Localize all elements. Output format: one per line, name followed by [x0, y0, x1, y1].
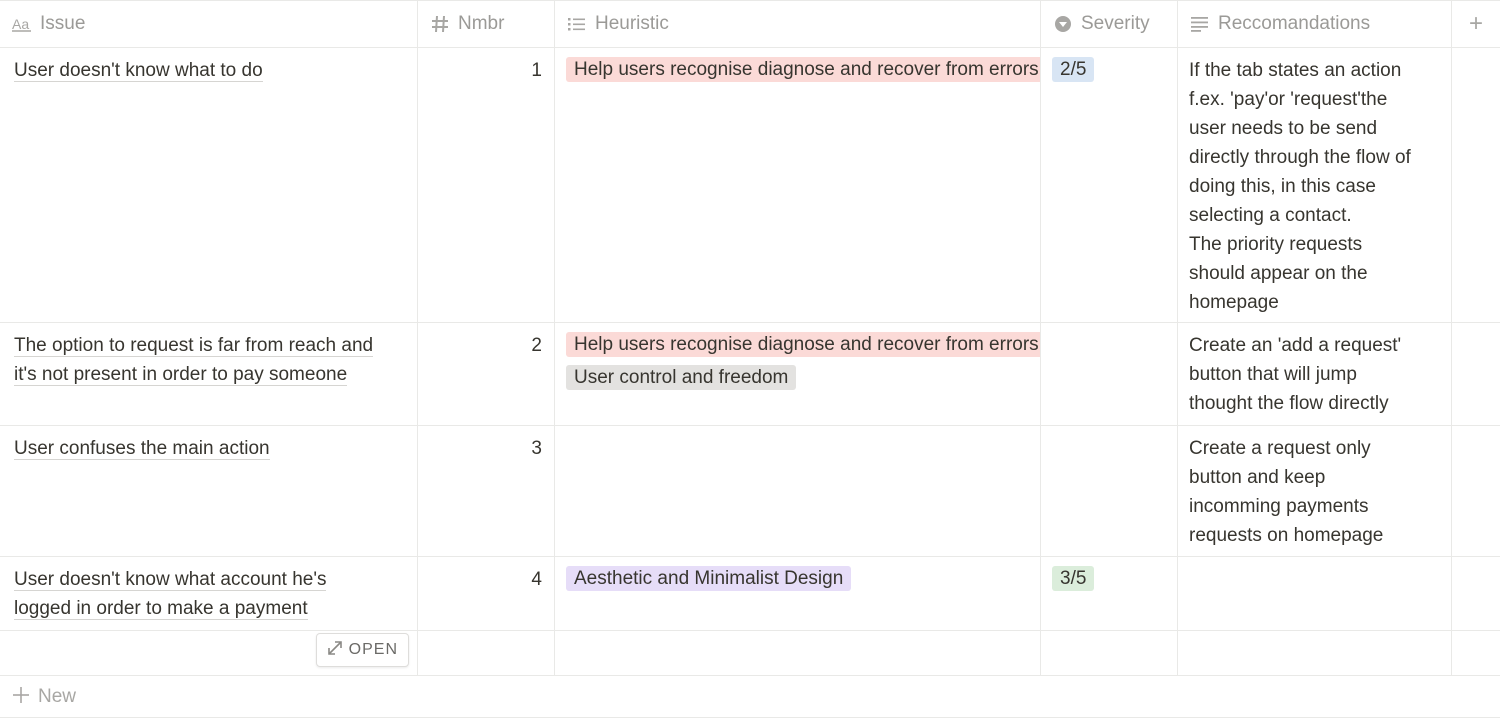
column-header-nmbr[interactable]: Nmbr [418, 1, 555, 47]
cell-severity[interactable]: 3/5 [1041, 557, 1178, 630]
cell-heuristic[interactable]: Help users recognise diagnose and recove… [555, 48, 1041, 322]
cell-heuristic[interactable] [555, 631, 1041, 675]
issue-title[interactable]: User doesn't know what account he's logg… [14, 569, 327, 620]
number-value: 4 [531, 569, 542, 590]
column-header-issue[interactable]: Aa Issue [0, 1, 418, 47]
heuristic-tag: Help users recognise diagnose and recove… [566, 332, 1040, 357]
cell-severity[interactable] [1041, 323, 1178, 425]
table-header: Aa Issue Nmbr Heuristic Severity Reccoma… [0, 0, 1500, 48]
cell-nmbr[interactable]: 2 [418, 323, 555, 425]
cell-empty [1452, 48, 1500, 322]
new-row-label: New [38, 685, 77, 707]
number-value: 1 [531, 60, 542, 81]
number-value: 3 [531, 438, 542, 459]
recommendation-text: Create an 'add a request' button that wi… [1189, 335, 1402, 414]
column-header-severity[interactable]: Severity [1041, 1, 1178, 47]
cell-issue[interactable]: User doesn't know what to do [0, 48, 418, 322]
table-row[interactable]: User doesn't know what to do 1 Help user… [0, 48, 1500, 323]
expand-icon [327, 640, 343, 661]
database-table: Aa Issue Nmbr Heuristic Severity Reccoma… [0, 0, 1500, 720]
heuristic-tag: Aesthetic and Minimalist Design [566, 566, 852, 591]
plus-icon [12, 685, 30, 709]
cell-recommendation[interactable]: If the tab states an action f.ex. 'pay'o… [1178, 48, 1452, 322]
column-header-label: Severity [1081, 13, 1150, 34]
table-row-empty[interactable]: OPEN [0, 631, 1500, 676]
column-header-label: Nmbr [458, 13, 505, 34]
cell-nmbr[interactable]: 3 [418, 426, 555, 556]
column-header-heuristic[interactable]: Heuristic [555, 1, 1041, 47]
cell-issue[interactable]: OPEN [0, 631, 418, 675]
cell-severity[interactable]: 2/5 [1041, 48, 1178, 322]
table-row[interactable]: User confuses the main action 3 Create a… [0, 426, 1500, 557]
open-page-button[interactable]: OPEN [315, 633, 409, 667]
heuristic-tag: User control and freedom [566, 365, 797, 390]
column-header-label: Issue [40, 13, 86, 34]
cell-empty [1452, 323, 1500, 425]
open-button-label: OPEN [348, 641, 398, 658]
severity-tag: 2/5 [1052, 57, 1095, 82]
table-row[interactable]: The option to request is far from reach … [0, 323, 1500, 426]
column-header-label: Reccomandations [1218, 13, 1371, 34]
add-property-button[interactable]: + [1452, 1, 1500, 47]
text-block-property-icon [1190, 14, 1210, 34]
number-value: 2 [531, 335, 542, 356]
new-row-button[interactable]: New [0, 676, 1500, 718]
issue-title[interactable]: The option to request is far from reach … [14, 335, 374, 386]
cell-issue[interactable]: The option to request is far from reach … [0, 323, 418, 425]
cell-heuristic[interactable] [555, 426, 1041, 556]
cell-issue[interactable]: User confuses the main action [0, 426, 418, 556]
severity-tag: 3/5 [1052, 566, 1095, 591]
cell-issue[interactable]: User doesn't know what account he's logg… [0, 557, 418, 630]
cell-empty [1452, 426, 1500, 556]
cell-nmbr[interactable]: 4 [418, 557, 555, 630]
cell-recommendation[interactable]: Create an 'add a request' button that wi… [1178, 323, 1452, 425]
multi-select-property-icon [567, 14, 587, 34]
cell-empty [1452, 557, 1500, 630]
cell-severity[interactable] [1041, 426, 1178, 556]
column-header-label: Heuristic [595, 13, 669, 34]
cell-heuristic[interactable]: Help users recognise diagnose and recove… [555, 323, 1041, 425]
cell-nmbr[interactable]: 1 [418, 48, 555, 322]
recommendation-text: Create a request only button and keep in… [1189, 438, 1384, 546]
cell-recommendation[interactable] [1178, 631, 1452, 675]
issue-title[interactable]: User confuses the main action [14, 438, 270, 460]
table-row[interactable]: User doesn't know what account he's logg… [0, 557, 1500, 631]
cell-empty [1452, 631, 1500, 675]
text-property-icon: Aa [12, 14, 32, 34]
issue-title[interactable]: User doesn't know what to do [14, 60, 263, 82]
svg-text:Aa: Aa [12, 16, 29, 32]
cell-nmbr[interactable] [418, 631, 555, 675]
heuristic-tag: Help users recognise diagnose and recove… [566, 57, 1040, 82]
select-property-icon [1053, 14, 1073, 34]
column-header-recommendations[interactable]: Reccomandations [1178, 1, 1452, 47]
cell-recommendation[interactable] [1178, 557, 1452, 630]
cell-severity[interactable] [1041, 631, 1178, 675]
number-property-icon [430, 14, 450, 34]
recommendation-text: If the tab states an action f.ex. 'pay'o… [1189, 60, 1411, 313]
cell-recommendation[interactable]: Create a request only button and keep in… [1178, 426, 1452, 556]
plus-icon: + [1468, 10, 1483, 37]
cell-heuristic[interactable]: Aesthetic and Minimalist Design [555, 557, 1041, 630]
